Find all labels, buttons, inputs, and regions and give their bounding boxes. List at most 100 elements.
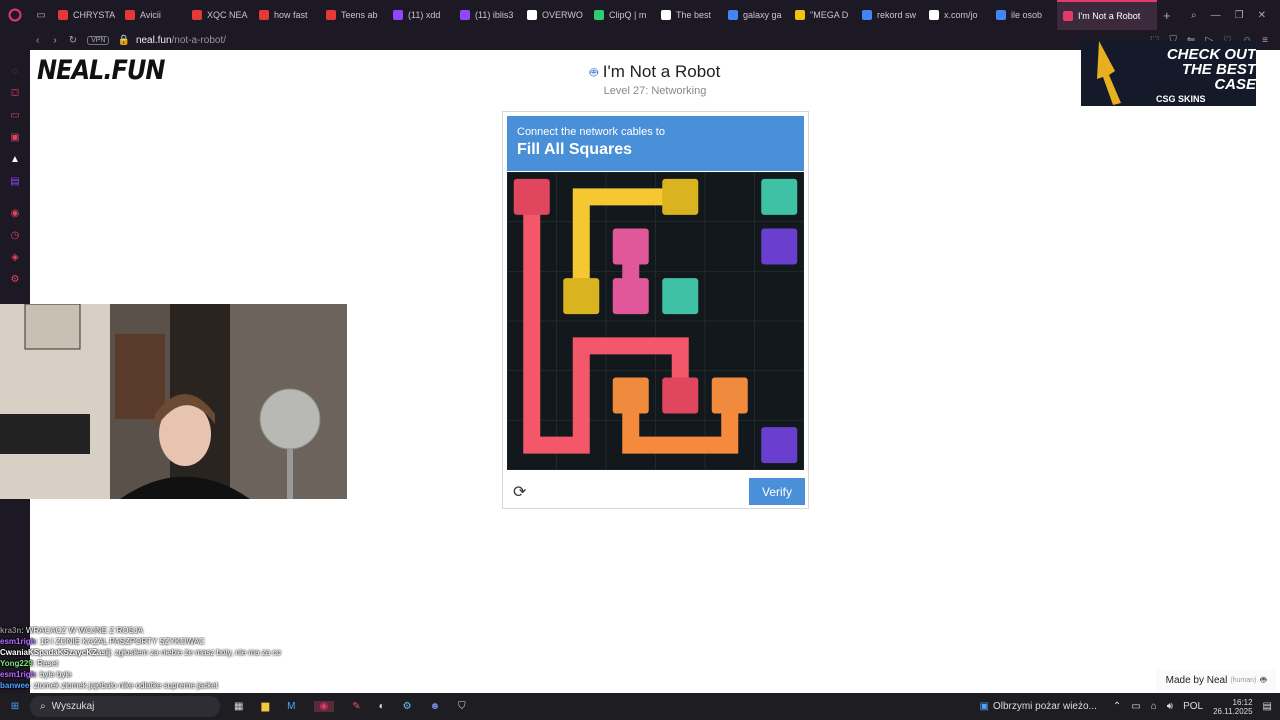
chat-message: CwaniaKSpadaKSzaycKZasij: zgłosiłem za n… [0,648,281,657]
forward-icon[interactable]: › [53,35,56,46]
tab-label: galaxy ga [743,10,782,20]
captcha-goal: Fill All Squares [517,141,632,158]
clock[interactable]: 16:12 26.11.2025 [1213,698,1252,716]
tab-label: how fast [274,10,308,20]
network-icon[interactable]: ⌂ [1151,701,1157,712]
taskbar-search[interactable]: ⌕ Wyszukaj [30,696,220,717]
steam-icon[interactable]: ⚙ [403,701,412,712]
url-domain[interactable]: neal.fun [136,35,172,46]
opera-taskbar-icon[interactable]: ◉ [313,701,335,712]
app-taskbar-icon[interactable]: ✎ [352,701,360,712]
start-icon[interactable]: ⊞ [0,701,30,712]
browser-tab[interactable]: (11) iblis3 [454,0,521,30]
maximize-icon[interactable]: ❐ [1235,10,1244,21]
new-tab-button[interactable]: + [1163,8,1171,23]
tab-label: ClipQ | m [609,10,647,20]
mail-icon[interactable]: M [287,701,295,712]
close-icon[interactable]: ✕ [1258,10,1266,21]
news-icon[interactable]: ▣ [0,126,30,148]
menu-icon[interactable]: ≡ [1262,35,1268,46]
tab-menu-icon[interactable]: ▭ [30,10,52,21]
notification-icon[interactable]: ▤ [1263,701,1272,712]
browser-tab[interactable]: Teens ab [320,0,387,30]
clock-date: 26.11.2025 [1213,706,1253,716]
browser-tab[interactable]: XQC NEA [186,0,253,30]
file-explorer-icon[interactable]: ▆ [261,701,269,712]
chat-text: byle byle [40,670,72,679]
network-node[interactable] [662,377,699,414]
network-node[interactable] [612,228,649,265]
network-node[interactable] [563,278,600,315]
chat-message: esm1righ: byle byle [0,670,72,679]
pin-icon[interactable]: ◈ [0,246,30,268]
network-node[interactable] [761,427,798,464]
opera-logo-icon[interactable] [0,8,30,22]
verify-button[interactable]: Verify [749,478,805,505]
reload-icon[interactable]: ↻ [69,35,77,46]
tray-icon[interactable]: ▭ [1131,701,1140,712]
browser-tab[interactable]: "MEGA D [789,0,856,30]
tab-favicon-icon [58,10,68,20]
twitch-icon[interactable]: ▤ [0,170,30,192]
browser-tab[interactable]: how fast [253,0,320,30]
browser-tab[interactable]: (11) xdd [387,0,454,30]
tab-label: x.com/jo [944,10,978,20]
chat-username[interactable]: kra3n [0,626,21,635]
settings-icon[interactable]: ⚙ [0,268,30,290]
webcam-overlay [0,304,347,499]
browser-tab[interactable]: galaxy ga [722,0,789,30]
network-node[interactable] [662,178,699,215]
chat-username[interactable]: esm1righ [0,637,36,646]
chat-username[interactable]: esm1righ [0,670,36,679]
back-icon[interactable]: ‹ [36,35,39,46]
volume-icon[interactable]: 🔊︎ [1167,701,1173,712]
history-icon[interactable]: ◷ [0,224,30,246]
chat-username[interactable]: CwaniaKSpadaKSzaycKZasij [0,648,110,657]
network-node[interactable] [612,377,649,414]
network-node[interactable] [513,178,550,215]
network-node[interactable] [612,278,649,315]
tab-label: The best [676,10,712,20]
browser-tab[interactable]: CHRYSTA [52,0,119,30]
chevron-up-icon[interactable]: ⌃ [1113,701,1121,712]
network-node[interactable] [662,278,699,315]
news-icon: ▣ [979,701,989,712]
vpn-badge[interactable]: VPN [87,35,110,45]
obs-icon[interactable]: ◐ [379,701,385,712]
network-node[interactable] [761,228,798,265]
ad-banner[interactable]: CHECK OUT THE BEST CASE CSG SKINS [1081,41,1256,106]
browser-tab[interactable]: Avicii [119,0,186,30]
chat-username[interactable]: banwee [0,681,29,690]
tab-label: ile osob [1011,10,1043,20]
network-board[interactable] [507,172,804,470]
browser-tab[interactable]: OVERWO [521,0,588,30]
refresh-icon[interactable]: ⟳ [513,482,531,501]
shield-taskbar-icon[interactable]: ⛉ [458,701,466,712]
tab-favicon-icon [192,10,202,20]
tab-favicon-icon [728,10,738,20]
language-indicator[interactable]: POL [1183,701,1203,712]
browser-tab[interactable]: ile osob [990,0,1057,30]
messenger-icon[interactable]: ▭ [0,104,30,126]
browser-tab[interactable]: rekord sw [856,0,923,30]
browser-tab[interactable]: The best [655,0,722,30]
robot-icon: 🤖︎ [589,64,599,80]
ad-line2: THE BEST [1181,61,1256,78]
minimize-icon[interactable]: — [1211,10,1221,21]
search-icon: ⌕ [40,701,46,712]
tab-favicon-icon [795,10,805,20]
search-icon[interactable]: ⌕ [1191,10,1197,21]
discord-icon[interactable]: ☻ [430,701,441,712]
chat-username[interactable]: Yong229 [0,659,33,668]
browser-tab[interactable]: ClipQ | m [588,0,655,30]
network-node[interactable] [761,178,798,215]
made-by-badge[interactable]: Made by Neal (human) 🤖︎ [1156,670,1276,690]
player-icon[interactable]: ◉ [0,202,30,224]
browser-tab[interactable]: I'm Not a Robot [1057,0,1157,30]
network-node[interactable] [711,377,748,414]
url-path[interactable]: /not-a-robot/ [172,35,226,46]
news-widget[interactable]: ▣ Olbrzymi pożar wieżo... [980,701,1097,712]
task-view-icon[interactable]: ▦ [234,701,243,712]
app-icon[interactable]: ▲ [0,148,30,170]
browser-tab[interactable]: x.com/jo [923,0,990,30]
